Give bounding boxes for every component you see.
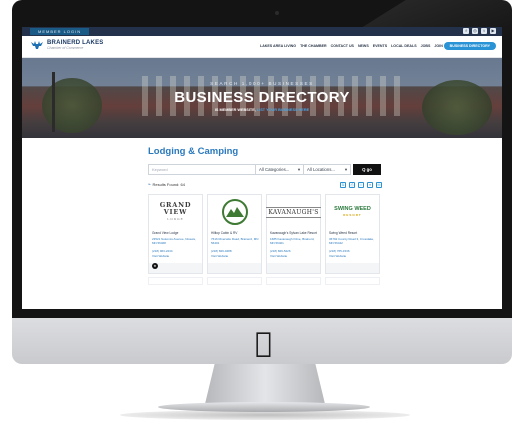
hero-title: BUSINESS DIRECTORY <box>174 89 350 106</box>
facebook-icon[interactable]: f <box>463 28 469 34</box>
print-icon[interactable]: ⎙ <box>349 182 355 188</box>
logo-wordmark: BRAINERD LAKES Chamber of Commerce <box>47 40 103 50</box>
listing-logo-sub: LODGE <box>167 216 184 221</box>
main-navbar: BRAINERD LAKES Chamber of Commerce LAKES… <box>22 36 502 58</box>
nav-item-local-deals[interactable]: LOCAL DEALS <box>391 44 417 48</box>
listing-grid: GRAND VIEW LODGE Grand View Lodge 23521 … <box>148 194 380 274</box>
business-directory-button[interactable]: BUSINESS DIRECTORY <box>443 42 496 50</box>
view-options: ⇅ ⎙ ⌾ ≡ ✉ <box>340 181 382 188</box>
primary-nav: LAKES AREA LIVING THE CHAMBER CONTACT US… <box>260 44 443 48</box>
listing-logo: KAVANAUGH'S <box>266 197 321 227</box>
listing-website-link[interactable]: Visit Website <box>152 254 169 258</box>
listing-card[interactable]: GRAND VIEW LODGE Grand View Lodge 23521 … <box>148 194 203 274</box>
logo-subtitle: Chamber of Commerce <box>47 46 84 50</box>
chevron-down-icon: ▾ <box>344 167 347 172</box>
listing-address[interactable]: 7616 Riverside Road, Brainerd, MN 56401 <box>211 237 259 245</box>
top-utility-bar: MEMBER LOGIN f ◎ t ▶ <box>22 27 502 36</box>
listing-name[interactable]: Swing Weed Resort <box>329 231 357 235</box>
listing-logo: GRAND VIEW LODGE <box>151 197 200 227</box>
listing-card[interactable]: SWING WEED RESORT Swing Weed Resort 3679… <box>325 194 380 274</box>
listing-logo-sub: RESORT <box>343 213 362 217</box>
listing-grid-next-row <box>148 277 380 285</box>
list-icon[interactable]: ≡ <box>367 182 373 188</box>
instagram-icon[interactable]: ◎ <box>472 28 478 34</box>
imac-mockup:  MEMBER LOGIN f ◎ t ▶ BRAINERD LAKES Ch… <box>0 0 521 428</box>
listing-website-link[interactable]: Visit Website <box>211 254 228 258</box>
listing-name[interactable]: Hilltop Cabin & RV <box>211 231 237 235</box>
kavanaughs-logo-text: KAVANAUGH'S <box>266 206 321 218</box>
location-select[interactable]: All Locations... ▾ <box>304 164 351 175</box>
listing-address[interactable]: 23521 Nokomis Avenue, Nisswa, MN 56468 <box>152 237 200 245</box>
listing-card-footer <box>267 263 320 273</box>
hero-subtitle-text: IS MEMBER WEBSITE, <box>214 108 256 112</box>
screen: MEMBER LOGIN f ◎ t ▶ BRAINERD LAKES Cham… <box>22 27 502 309</box>
social-links: f ◎ t ▶ <box>463 28 496 34</box>
nav-item-events[interactable]: EVENTS <box>373 44 387 48</box>
swing-weed-logo: SWING WEED RESORT <box>334 206 371 218</box>
nav-item-jobs[interactable]: JOBS <box>421 44 431 48</box>
listing-logo: SWING WEED RESORT <box>328 197 377 227</box>
listing-address[interactable]: 1685 Kavanaugh Drive, Brainerd, MN 56401 <box>270 237 318 245</box>
location-select-value: All Locations... <box>307 167 335 172</box>
listing-card[interactable]: Hilltop Cabin & RV 7616 Riverside Road, … <box>207 194 262 274</box>
listing-website-link[interactable]: Visit Website <box>329 254 346 258</box>
go-button[interactable]: Q go <box>353 164 381 175</box>
map-pin-icon[interactable]: ⌾ <box>358 182 364 188</box>
hero-subtitle: IS MEMBER WEBSITE, LIST YOUR BUSINESS HE… <box>22 108 502 112</box>
results-label: Results Found: <box>152 182 180 187</box>
member-badge-icon: ★ <box>152 263 158 269</box>
nav-item-the-chamber[interactable]: THE CHAMBER <box>300 44 327 48</box>
listing-address[interactable]: 36792 County Road 3, Crosslake, MN 56442 <box>329 237 377 245</box>
listing-phone[interactable]: (218) 963-2234 <box>152 249 173 253</box>
directory-content: Lodging & Camping Keyword All Categories… <box>22 138 502 309</box>
listing-card-placeholder <box>148 277 203 285</box>
email-icon[interactable]: ✉ <box>376 182 382 188</box>
grand-view-logo: GRAND VIEW LODGE <box>151 200 200 223</box>
nav-item-news[interactable]: NEWS <box>358 44 369 48</box>
results-found: ⬑ Results Found: 64 <box>148 181 185 189</box>
listing-name[interactable]: Kavanaugh's Sylvan Lake Resort <box>270 231 317 235</box>
category-select-value: All Categories... <box>259 167 290 172</box>
results-count: 64 <box>180 182 185 187</box>
listing-card[interactable]: KAVANAUGH'S Kavanaugh's Sylvan Lake Reso… <box>266 194 321 274</box>
listing-phone[interactable]: (218) 829-5226 <box>270 249 291 253</box>
twitter-icon[interactable]: t <box>481 28 487 34</box>
listing-phone[interactable]: (218) 829-0488 <box>211 249 232 253</box>
chevron-down-icon: ▾ <box>297 167 300 172</box>
youtube-icon[interactable]: ▶ <box>490 28 496 34</box>
category-select[interactable]: All Categories... ▾ <box>256 164 304 175</box>
moose-logo-icon <box>30 40 44 50</box>
nav-item-lakes-area-living[interactable]: LAKES AREA LIVING <box>260 44 296 48</box>
listing-name[interactable]: Grand View Lodge <box>152 231 178 235</box>
nav-item-join[interactable]: JOIN <box>434 44 442 48</box>
back-arrow-icon[interactable]: ⬑ <box>148 182 151 187</box>
member-login-link[interactable]: MEMBER LOGIN <box>30 28 90 35</box>
listing-logo <box>210 197 259 227</box>
monitor-stand-base <box>158 402 370 412</box>
search-bar: Keyword All Categories... ▾ All Location… <box>148 164 381 175</box>
results-toolbar: ⬑ Results Found: 64 ⇅ ⎙ ⌾ ≡ ✉ <box>148 181 382 189</box>
listing-card-placeholder <box>207 277 262 285</box>
category-title: Lodging & Camping <box>148 146 239 157</box>
nav-item-contact-us[interactable]: CONTACT US <box>331 44 354 48</box>
camera-icon <box>275 11 279 15</box>
listing-card-placeholder <box>325 277 380 285</box>
listing-card-footer <box>326 263 379 273</box>
site-logo[interactable]: BRAINERD LAKES Chamber of Commerce <box>30 40 103 50</box>
list-business-link[interactable]: LIST YOUR BUSINESS HERE <box>257 108 309 112</box>
sort-icon[interactable]: ⇅ <box>340 182 346 188</box>
listing-website-link[interactable]: Visit Website <box>270 254 287 258</box>
monitor-stand-neck <box>205 364 325 404</box>
hero-kicker: SEARCH 1,000+ BUSINESSES <box>210 81 314 86</box>
hilltop-logo-icon <box>221 199 248 225</box>
hero-banner: SEARCH 1,000+ BUSINESSES BUSINESS DIRECT… <box>22 58 502 138</box>
apple-logo-icon:  <box>255 326 272 359</box>
listing-card-placeholder <box>266 277 321 285</box>
listing-logo-text: GRAND VIEW <box>159 200 192 216</box>
listing-card-footer <box>208 263 261 273</box>
keyword-input[interactable]: Keyword <box>148 164 256 175</box>
listing-phone[interactable]: (218) 765-1536 <box>329 249 350 253</box>
